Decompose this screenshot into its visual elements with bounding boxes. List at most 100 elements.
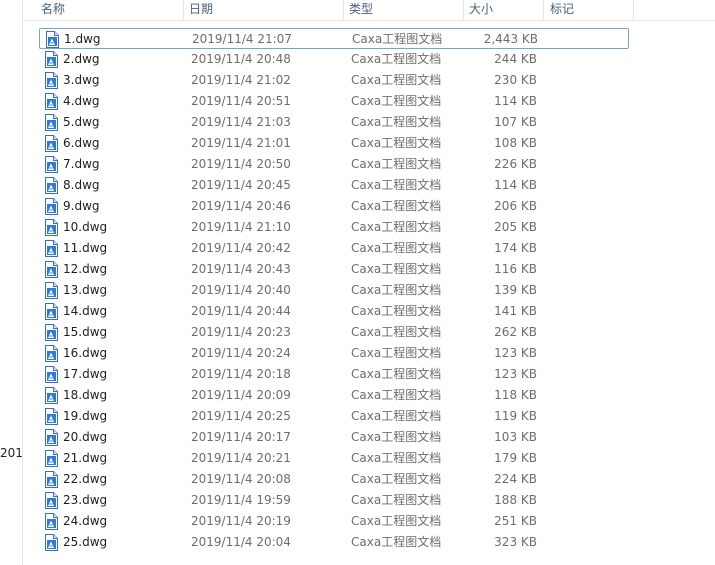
- file-row[interactable]: 19.dwg 2019/11/4 20:25 Caxa工程图文档 119 KB: [39, 406, 629, 427]
- file-name: 11.dwg: [63, 241, 108, 255]
- file-type: Caxa工程图文档: [351, 493, 442, 507]
- file-type: Caxa工程图文档: [351, 472, 442, 486]
- file-row[interactable]: 18.dwg 2019/11/4 20:09 Caxa工程图文档 118 KB: [39, 385, 629, 406]
- file-row[interactable]: 14.dwg 2019/11/4 20:44 Caxa工程图文档 141 KB: [39, 301, 629, 322]
- file-type: Caxa工程图文档: [351, 304, 442, 318]
- caxa-dwg-file-icon: [45, 303, 58, 320]
- caxa-dwg-file-icon: [45, 492, 58, 509]
- file-type: Caxa工程图文档: [351, 157, 442, 171]
- file-date-modified: 2019/11/4 20:21: [191, 451, 291, 465]
- column-header-size[interactable]: 大小: [464, 0, 544, 20]
- column-header-size-label: 大小: [469, 2, 494, 16]
- caxa-dwg-file-icon: [45, 156, 58, 173]
- file-row[interactable]: 16.dwg 2019/11/4 20:24 Caxa工程图文档 123 KB: [39, 343, 629, 364]
- file-type: Caxa工程图文档: [351, 52, 442, 66]
- file-row[interactable]: 10.dwg 2019/11/4 21:10 Caxa工程图文档 205 KB: [39, 217, 629, 238]
- caxa-dwg-file-icon: [45, 534, 58, 551]
- file-date-modified: 2019/11/4 21:10: [191, 220, 291, 234]
- caxa-dwg-file-icon: [45, 93, 58, 110]
- navigation-pane-clipped-text: 201: [0, 446, 22, 460]
- file-type: Caxa工程图文档: [351, 73, 442, 87]
- file-row[interactable]: 2.dwg 2019/11/4 20:48 Caxa工程图文档 244 KB: [39, 49, 629, 70]
- file-date-modified: 2019/11/4 20:48: [191, 52, 291, 66]
- file-date-modified: 2019/11/4 20:42: [191, 241, 291, 255]
- file-date-modified: 2019/11/4 20:40: [191, 283, 291, 297]
- caxa-dwg-file-icon: [45, 408, 58, 425]
- file-type: Caxa工程图文档: [351, 325, 442, 339]
- file-row[interactable]: 23.dwg 2019/11/4 19:59 Caxa工程图文档 188 KB: [39, 490, 629, 511]
- file-type: Caxa工程图文档: [351, 199, 442, 213]
- file-name: 1.dwg: [64, 32, 101, 46]
- file-date-modified: 2019/11/4 20:04: [191, 535, 291, 549]
- file-row[interactable]: 17.dwg 2019/11/4 20:18 Caxa工程图文档 123 KB: [39, 364, 629, 385]
- file-name: 2.dwg: [63, 52, 100, 66]
- file-name: 25.dwg: [63, 535, 108, 549]
- file-name: 7.dwg: [63, 157, 100, 171]
- file-size: 224 KB: [494, 472, 537, 486]
- file-name: 12.dwg: [63, 262, 108, 276]
- file-size: 251 KB: [494, 514, 537, 528]
- file-row[interactable]: 24.dwg 2019/11/4 20:19 Caxa工程图文档 251 KB: [39, 511, 629, 532]
- file-date-modified: 2019/11/4 20:46: [191, 199, 291, 213]
- column-header-date[interactable]: 日期: [184, 0, 344, 20]
- file-date-modified: 2019/11/4 20:44: [191, 304, 291, 318]
- file-row[interactable]: 20.dwg 2019/11/4 20:17 Caxa工程图文档 103 KB: [39, 427, 629, 448]
- file-type: Caxa工程图文档: [351, 283, 442, 297]
- file-size: 244 KB: [494, 52, 537, 66]
- file-date-modified: 2019/11/4 20:45: [191, 178, 291, 192]
- file-row[interactable]: 15.dwg 2019/11/4 20:23 Caxa工程图文档 262 KB: [39, 322, 629, 343]
- file-row[interactable]: 6.dwg 2019/11/4 21:01 Caxa工程图文档 108 KB: [39, 133, 629, 154]
- column-header-tags-label: 标记: [550, 2, 575, 16]
- file-size: 230 KB: [494, 73, 537, 87]
- column-header-date-label: 日期: [189, 2, 214, 16]
- file-row[interactable]: 22.dwg 2019/11/4 20:08 Caxa工程图文档 224 KB: [39, 469, 629, 490]
- file-size: 114 KB: [494, 94, 537, 108]
- file-type: Caxa工程图文档: [351, 115, 442, 129]
- caxa-dwg-file-icon: [45, 345, 58, 362]
- file-name: 24.dwg: [63, 514, 108, 528]
- file-row[interactable]: 3.dwg 2019/11/4 21:02 Caxa工程图文档 230 KB: [39, 70, 629, 91]
- file-size: 119 KB: [494, 409, 537, 423]
- file-size: 107 KB: [494, 115, 537, 129]
- column-header-type-label: 类型: [349, 2, 374, 16]
- file-name: 16.dwg: [63, 346, 108, 360]
- file-row[interactable]: 11.dwg 2019/11/4 20:42 Caxa工程图文档 174 KB: [39, 238, 629, 259]
- file-row[interactable]: 7.dwg 2019/11/4 20:50 Caxa工程图文档 226 KB: [39, 154, 629, 175]
- file-row[interactable]: 1.dwg 2019/11/4 21:07 Caxa工程图文档 2,443 KB: [39, 28, 629, 49]
- file-size: 174 KB: [494, 241, 537, 255]
- file-date-modified: 2019/11/4 21:01: [191, 136, 291, 150]
- file-row[interactable]: 4.dwg 2019/11/4 20:51 Caxa工程图文档 114 KB: [39, 91, 629, 112]
- file-list-view[interactable]: 名称 日期 类型 大小 标记 1.dwg 2019/11/4 21:07 Cax…: [23, 0, 715, 565]
- file-type: Caxa工程图文档: [351, 514, 442, 528]
- file-row[interactable]: 21.dwg 2019/11/4 20:21 Caxa工程图文档 179 KB: [39, 448, 629, 469]
- file-date-modified: 2019/11/4 20:08: [191, 472, 291, 486]
- caxa-dwg-file-icon: [45, 387, 58, 404]
- column-header-type[interactable]: 类型: [344, 0, 464, 20]
- column-header-tags[interactable]: 标记: [544, 0, 634, 20]
- file-row[interactable]: 13.dwg 2019/11/4 20:40 Caxa工程图文档 139 KB: [39, 280, 629, 301]
- file-size: 179 KB: [494, 451, 537, 465]
- file-size: 206 KB: [494, 199, 537, 213]
- file-row[interactable]: 8.dwg 2019/11/4 20:45 Caxa工程图文档 114 KB: [39, 175, 629, 196]
- file-type: Caxa工程图文档: [351, 388, 442, 402]
- file-size: 123 KB: [494, 367, 537, 381]
- caxa-dwg-file-icon: [45, 198, 58, 215]
- column-header-name[interactable]: 名称: [23, 0, 184, 20]
- file-size: 114 KB: [494, 178, 537, 192]
- file-name: 20.dwg: [63, 430, 108, 444]
- file-row[interactable]: 12.dwg 2019/11/4 20:43 Caxa工程图文档 116 KB: [39, 259, 629, 280]
- navigation-pane[interactable]: 201: [0, 0, 23, 565]
- file-size: 188 KB: [494, 493, 537, 507]
- file-date-modified: 2019/11/4 20:25: [191, 409, 291, 423]
- file-row[interactable]: 9.dwg 2019/11/4 20:46 Caxa工程图文档 206 KB: [39, 196, 629, 217]
- file-date-modified: 2019/11/4 20:24: [191, 346, 291, 360]
- column-header-name-label: 名称: [41, 2, 66, 16]
- file-date-modified: 2019/11/4 20:23: [191, 325, 291, 339]
- file-row[interactable]: 5.dwg 2019/11/4 21:03 Caxa工程图文档 107 KB: [39, 112, 629, 133]
- file-size: 2,443 KB: [483, 32, 538, 46]
- file-size: 205 KB: [494, 220, 537, 234]
- file-size: 323 KB: [494, 535, 537, 549]
- file-date-modified: 2019/11/4 20:17: [191, 430, 291, 444]
- file-row[interactable]: 25.dwg 2019/11/4 20:04 Caxa工程图文档 323 KB: [39, 532, 629, 553]
- file-type: Caxa工程图文档: [352, 32, 443, 46]
